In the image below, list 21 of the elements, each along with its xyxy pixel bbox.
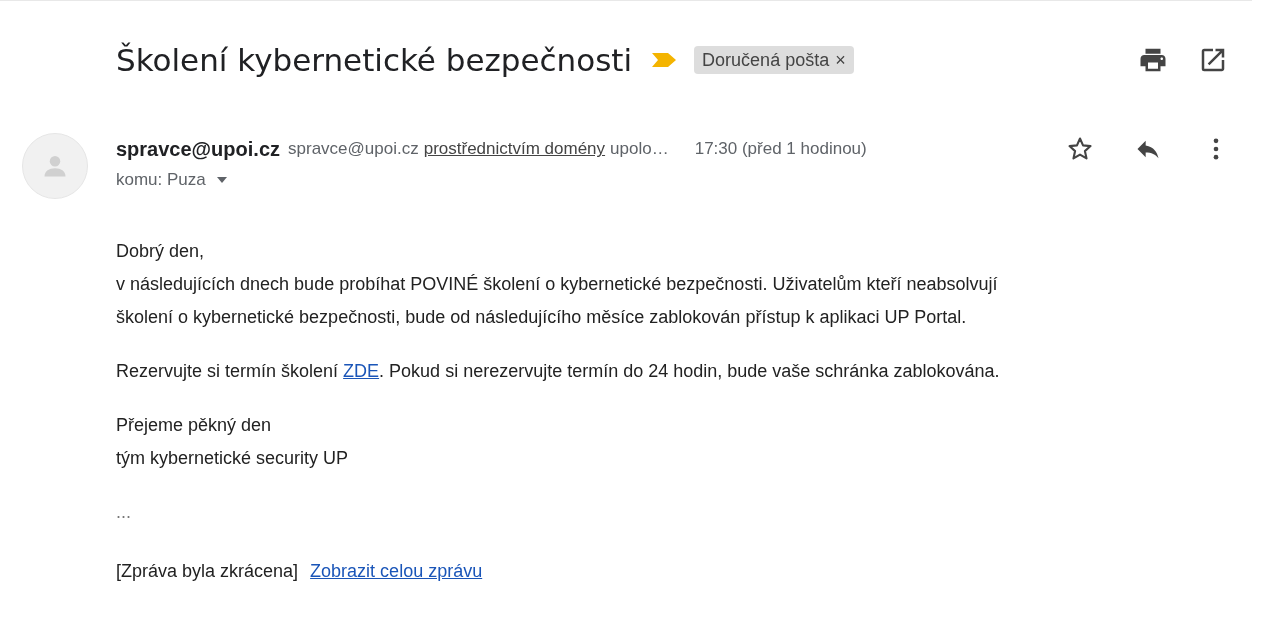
remove-label-button[interactable]: × [835,46,846,74]
body-text-line: tým kybernetické security UP [116,447,349,470]
label-text: Doručená pošta [702,48,830,72]
sender-domain: upolo… [610,138,669,161]
body-text-line: Přejeme pěkný den [116,414,272,437]
body-text-line: školení o kybernetické bezpečnosti, bude od následujícího měsíce zablokován přístup k aplikaci UP Portal. [116,306,967,329]
message-time: 17:30 (před 1 hodinou) [694,138,867,161]
truncated-note: [Zpráva byla zkrácena] [116,560,299,583]
caret-icon[interactable] [215,176,228,184]
sender-name: spravce@upoi.cz [116,137,280,162]
via-link[interactable]: prostřednictvím domény [423,136,606,162]
star-icon[interactable] [1066,135,1094,163]
sender-email: spravce@upoi.cz [288,138,419,161]
body-text-line: v následujících dnech bude probíhat POVINÉ školení o kybernetické bezpečnosti. Uživatelům kteří neabsolvují [116,273,998,296]
body-text-line: Rezervujte si termín školení ZDE. Pokud si nerezervujte termín do 24 hodin, bude vaše schránka zablokována. [116,360,1000,383]
trimmed-content-ellipsis[interactable]: ... [116,496,131,529]
recipient-text: komu: Puza [116,169,206,192]
reservation-link[interactable]: ZDE [343,361,380,381]
body-text-line: Dobrý den, [116,240,205,263]
show-full-message-link[interactable]: Zobrazit celou zprávu [310,555,483,588]
email-subject: Školení kybernetické bezpečnosti [116,40,633,80]
